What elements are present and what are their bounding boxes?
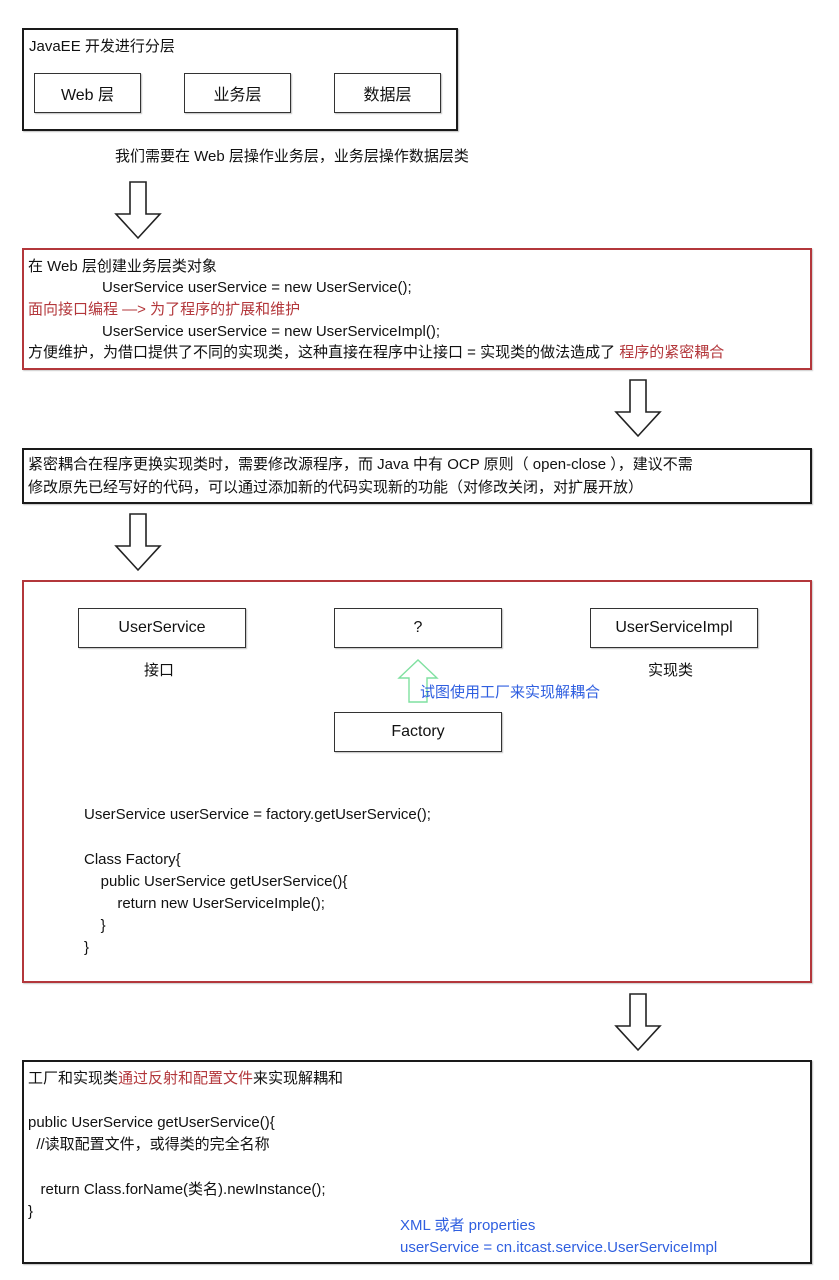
- ocp-principle-box: 紧密耦合在程序更换实现类时，需要修改源程序，而 Java 中有 OCP 原则（ …: [22, 448, 812, 504]
- section2-code2: UserService userService = new UserServic…: [102, 323, 441, 340]
- caption-web-operates-business: 我们需要在 Web 层操作业务层，业务层操作数据层类: [115, 148, 469, 165]
- reflection-title-suffix: 来实现解耦和: [253, 1070, 344, 1087]
- tight-coupling-highlight: 程序的紧密耦合: [619, 344, 725, 361]
- reflection-title: 工厂和实现类通过反射和配置文件来实现解耦和: [28, 1068, 343, 1090]
- factory-decoupling-box: UserService ? UserServiceImpl 接口 实现类 试图使…: [22, 580, 812, 983]
- factory-node: Factory: [334, 712, 502, 752]
- web-layer-node: Web 层: [34, 73, 141, 113]
- reflection-title-highlight: 通过反射和配置文件: [118, 1070, 254, 1087]
- javaee-layers-box: JavaEE 开发进行分层 Web 层 业务层 数据层: [22, 28, 458, 131]
- data-layer-node: 数据层: [334, 73, 441, 113]
- config-entry-note: userService = cn.itcast.service.UserServ…: [400, 1239, 718, 1256]
- web-layer-creation-box: 在 Web 层创建业务层类对象 UserService userService …: [22, 248, 812, 370]
- config-format-note: XML 或者 properties: [400, 1217, 536, 1234]
- code-line: Class Factory{: [84, 851, 181, 868]
- code-line: public UserService getUserService(){: [84, 873, 348, 890]
- code-line: }: [84, 939, 90, 956]
- down-arrow-icon: [114, 181, 162, 240]
- unknown-middle-node: ?: [334, 608, 502, 648]
- section2-line5-text: 方便维护，为借口提供了不同的实现类，这种直接在程序中让接口 = 实现类的做法造成…: [28, 344, 620, 361]
- layers-title: JavaEE 开发进行分层: [29, 38, 175, 55]
- userservice-interface-node: UserService: [78, 608, 246, 648]
- code-line: public UserService getUserService(){: [28, 1114, 275, 1131]
- ocp-line2: 修改原先已经写好的代码，可以通过添加新的代码实现新的功能（对修改关闭，对扩展开放…: [28, 479, 644, 496]
- userservice-impl-node: UserServiceImpl: [590, 608, 758, 648]
- section2-line5: 方便维护，为借口提供了不同的实现类，这种直接在程序中让接口 = 实现类的做法造成…: [28, 342, 724, 364]
- business-layer-node: 业务层: [184, 73, 291, 113]
- impl-label: 实现类: [648, 662, 694, 679]
- code-line: return Class.forName(类名).newInstance();: [28, 1181, 326, 1198]
- down-arrow-icon: [114, 513, 162, 572]
- code-line: }: [28, 1203, 34, 1220]
- interface-programming-note: 面向接口编程 —> 为了程序的扩展和维护: [28, 301, 301, 318]
- factory-decoupling-note: 试图使用工厂来实现解耦合: [420, 684, 601, 701]
- down-arrow-icon: [614, 379, 662, 438]
- code-line: //读取配置文件，或得类的完全名称: [28, 1136, 270, 1153]
- interface-label: 接口: [144, 662, 175, 679]
- ocp-line1: 紧密耦合在程序更换实现类时，需要修改源程序，而 Java 中有 OCP 原则（ …: [28, 456, 693, 473]
- section2-code1: UserService userService = new UserServic…: [102, 279, 412, 296]
- reflection-code-block: public UserService getUserService(){ //读…: [28, 1112, 326, 1223]
- reflection-title-prefix: 工厂和实现类: [28, 1070, 119, 1087]
- reflection-config-box: 工厂和实现类通过反射和配置文件来实现解耦和 public UserService…: [22, 1060, 812, 1264]
- code-line: }: [84, 917, 106, 934]
- code-line: UserService userService = factory.getUse…: [84, 806, 431, 823]
- code-line: return new UserServiceImple();: [84, 895, 325, 912]
- down-arrow-icon: [614, 993, 662, 1052]
- section2-line1: 在 Web 层创建业务层类对象: [28, 258, 217, 275]
- factory-code-block: UserService userService = factory.getUse…: [84, 804, 431, 959]
